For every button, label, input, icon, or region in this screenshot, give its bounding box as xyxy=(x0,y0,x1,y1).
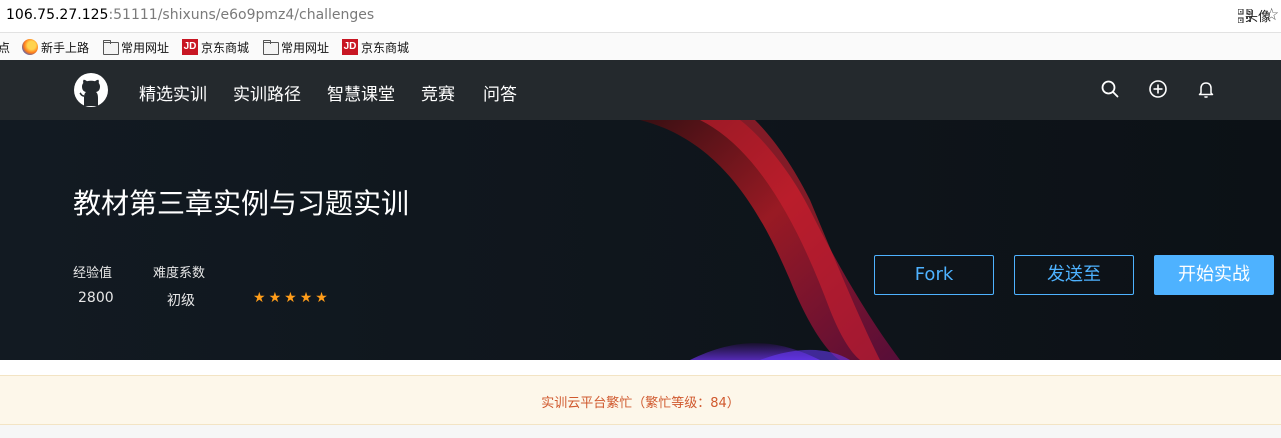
bookmarks-bar: 点 新手上路 常用网址 JD 京东商城 常用网址 JD 京东商城 xyxy=(0,33,1281,60)
url-text[interactable]: 106.75.27.125:51111/shixuns/e6o9pmz4/cha… xyxy=(6,7,374,23)
bookmark-folder[interactable]: 常用网址 xyxy=(102,38,169,56)
bookmark-label: 常用网址 xyxy=(121,40,170,55)
bookmark-label: 京东商城 xyxy=(201,40,250,55)
github-logo-icon[interactable] xyxy=(73,72,109,108)
fork-button[interactable]: Fork xyxy=(874,255,994,295)
firefox-icon xyxy=(22,39,38,55)
stat-label-experience: 经验值 xyxy=(73,266,113,281)
top-nav: 精选实训 实训路径 智慧课堂 竞赛 问答 xyxy=(0,60,1281,120)
stat-label-difficulty: 难度系数 xyxy=(153,266,206,281)
star-icon: ★ xyxy=(284,290,297,306)
folder-icon xyxy=(102,39,119,55)
jd-icon: JD xyxy=(342,39,358,55)
send-to-button[interactable]: 发送至 xyxy=(1014,255,1134,295)
nav-link-competition[interactable]: 竞赛 xyxy=(421,80,455,105)
bookmark-label: 京东商城 xyxy=(361,40,410,55)
url-host: 106.75.27.125 xyxy=(6,7,109,23)
bookmark-item[interactable]: JD 京东商城 xyxy=(182,38,249,56)
nav-link-qa[interactable]: 问答 xyxy=(483,80,517,105)
busy-notice-text: 实训云平台繁忙（繁忙等级：84） xyxy=(541,396,740,411)
plus-circle-icon[interactable] xyxy=(1148,79,1168,99)
search-icon[interactable] xyxy=(1100,79,1120,99)
nav-link-featured[interactable]: 精选实训 xyxy=(139,80,207,105)
star-icon: ★ xyxy=(268,290,282,306)
star-icon: ★ xyxy=(315,290,328,306)
star-icon: ★ xyxy=(299,290,313,306)
bookmark-folder[interactable]: 常用网址 xyxy=(262,38,329,56)
avatar[interactable]: 头像 xyxy=(1245,6,1271,25)
page-title: 教材第三章实例与习题实训 xyxy=(73,187,410,220)
nav-link-classroom[interactable]: 智慧课堂 xyxy=(327,80,395,105)
bookmark-item[interactable]: JD 京东商城 xyxy=(342,38,409,56)
bookmark-label: 新手上路 xyxy=(41,40,90,55)
stat-value-experience: 2800 xyxy=(78,290,114,306)
bookmark-label: 点 xyxy=(0,40,11,55)
difficulty-rating: ★ ★ ★ ★ ★ xyxy=(253,290,328,306)
page-footer-strip xyxy=(0,425,1281,438)
bell-icon[interactable] xyxy=(1196,79,1216,99)
stat-value-difficulty: 初级 xyxy=(167,293,195,309)
url-path: :51111/shixuns/e6o9pmz4/challenges xyxy=(108,7,375,23)
busy-notice: 实训云平台繁忙（繁忙等级：84） xyxy=(0,375,1281,425)
folder-icon xyxy=(262,39,279,55)
hero-banner: 教材第三章实例与习题实训 经验值 难度系数 2800 初级 ★ ★ ★ ★ ★ Fork… xyxy=(0,120,1281,360)
nav-link-paths[interactable]: 实训路径 xyxy=(233,80,301,105)
start-button[interactable]: 开始实战 xyxy=(1154,255,1274,295)
address-bar[interactable]: 106.75.27.125:51111/shixuns/e6o9pmz4/cha… xyxy=(0,0,1281,33)
bookmark-label: 常用网址 xyxy=(281,40,330,55)
hero-background xyxy=(0,120,1281,360)
bookmark-item[interactable]: 点 xyxy=(0,38,10,56)
jd-icon: JD xyxy=(182,39,198,55)
bookmark-item[interactable]: 新手上路 xyxy=(22,38,89,56)
star-icon: ★ xyxy=(253,290,266,306)
